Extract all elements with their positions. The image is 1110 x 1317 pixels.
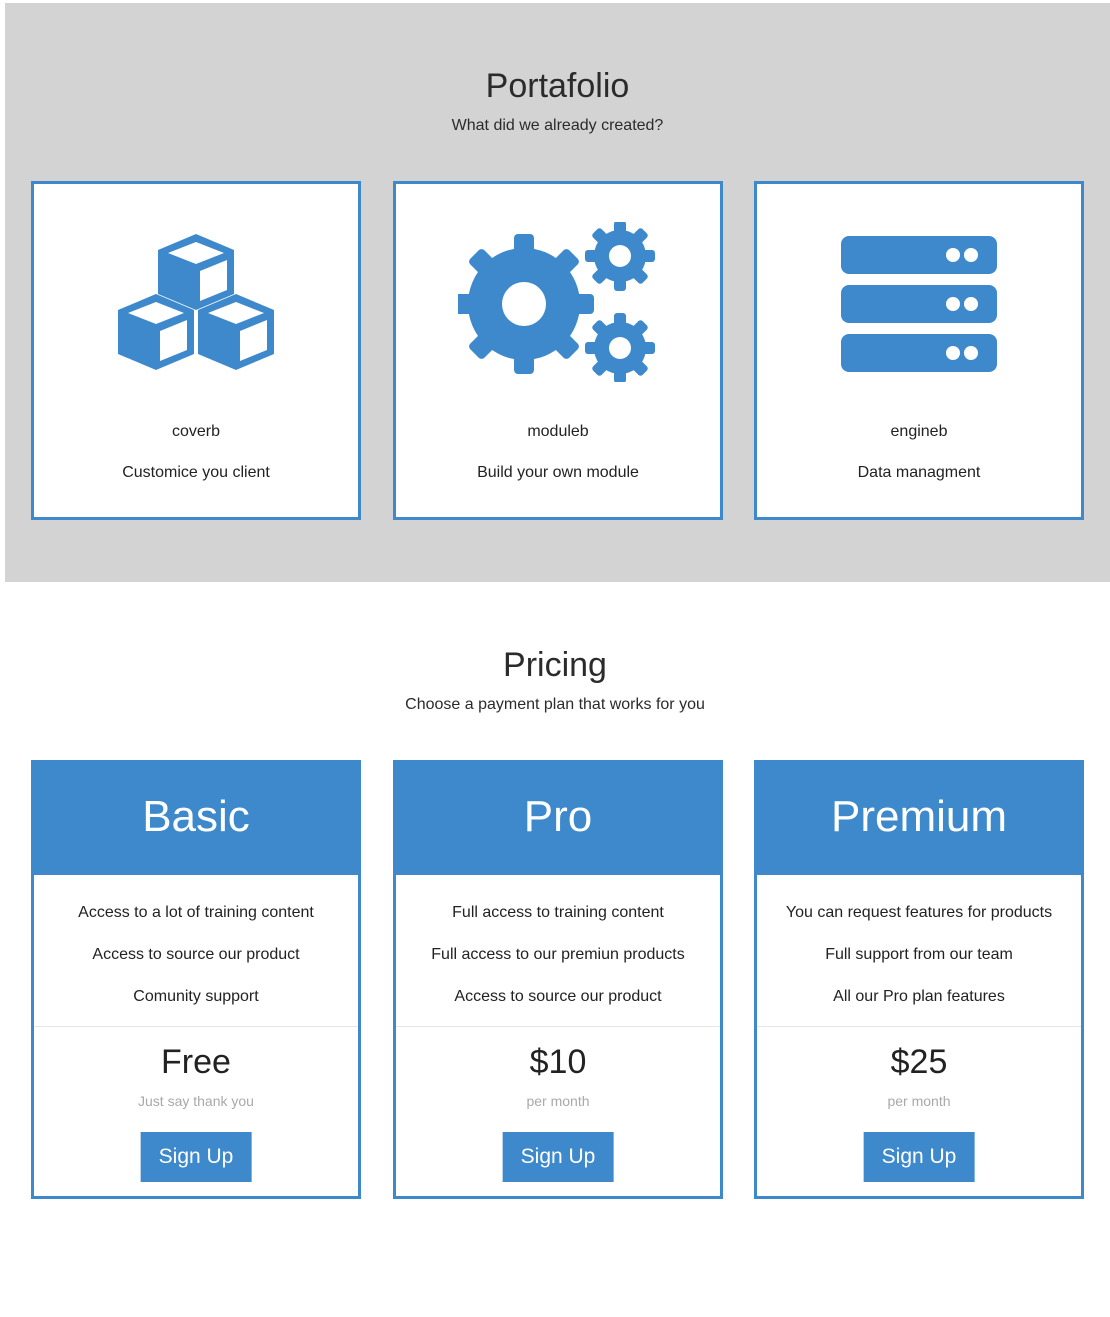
server-icon: [757, 222, 1081, 382]
pricing-title: Pricing: [503, 646, 607, 684]
portfolio-item-name: moduleb: [527, 423, 589, 440]
portfolio-card-moduleb[interactable]: moduleb Build your own module: [393, 181, 723, 520]
plan-price: Free: [161, 1043, 231, 1081]
cogs-icon: [396, 222, 720, 382]
plan-feature: Access to source our product: [92, 946, 300, 963]
plan-card-pro: Pro Full access to training content Full…: [393, 760, 723, 1199]
portfolio-item-description: Customice you client: [122, 464, 270, 481]
plan-card-premium: Premium You can request features for pro…: [754, 760, 1084, 1199]
plan-divider: [757, 1026, 1081, 1027]
plan-feature: Full access to training content: [452, 904, 664, 921]
plan-divider: [396, 1026, 720, 1027]
plan-card-basic: Basic Access to a lot of training conten…: [31, 760, 361, 1199]
sign-up-button-basic[interactable]: Sign Up: [140, 1132, 252, 1182]
sign-up-button-pro[interactable]: Sign Up: [502, 1132, 614, 1182]
portfolio-title: Portafolio: [485, 67, 630, 105]
plan-period: per month: [887, 1093, 951, 1109]
portfolio-subtitle: What did we already created?: [451, 117, 664, 134]
plan-feature: Access to a lot of training content: [78, 904, 314, 921]
plan-period: per month: [526, 1093, 590, 1109]
portfolio-item-description: Build your own module: [477, 464, 639, 481]
plan-name: Pro: [396, 763, 720, 875]
portfolio-item-description: Data managment: [857, 464, 981, 481]
plan-feature: Comunity support: [133, 988, 259, 1005]
plan-feature: Full support from our team: [825, 946, 1013, 963]
pricing-subtitle: Choose a payment plan that works for you: [405, 696, 705, 713]
sign-up-button-premium[interactable]: Sign Up: [863, 1132, 975, 1182]
plan-divider: [34, 1026, 358, 1027]
plan-feature: Access to source our product: [454, 988, 662, 1005]
portfolio-item-name: engineb: [890, 423, 948, 440]
portfolio-card-coverb[interactable]: coverb Customice you client: [31, 181, 361, 520]
plan-period: Just say thank you: [138, 1093, 254, 1109]
plan-name: Basic: [34, 763, 358, 875]
cubes-icon: [34, 222, 358, 382]
plan-price: $25: [890, 1043, 948, 1081]
plan-feature: You can request features for products: [785, 904, 1053, 921]
portfolio-card-engineb[interactable]: engineb Data managment: [754, 181, 1084, 520]
plan-name: Premium: [757, 763, 1081, 875]
plan-feature: Full access to our premiun products: [431, 946, 685, 963]
plan-price: $10: [529, 1043, 587, 1081]
portfolio-item-name: coverb: [171, 423, 221, 440]
plan-feature: All our Pro plan features: [833, 988, 1005, 1005]
